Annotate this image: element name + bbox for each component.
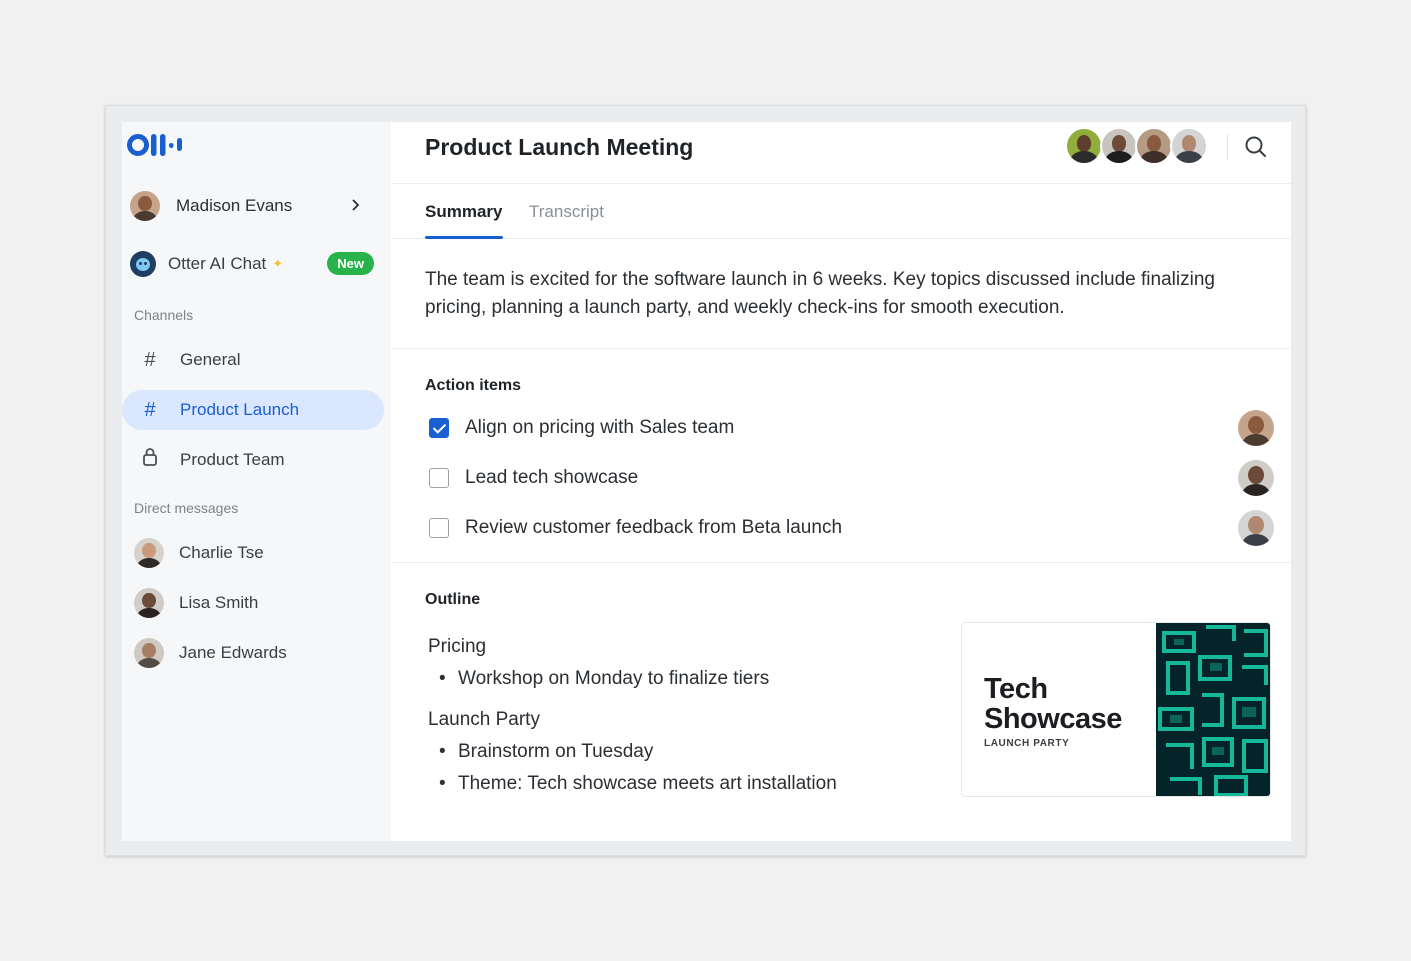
card-title-line1: Tech [984, 673, 1048, 705]
avatar [134, 638, 164, 668]
channel-label: Product Launch [180, 400, 300, 419]
page-title: Product Launch Meeting [425, 134, 694, 160]
sparkle-icon: ✦ [272, 256, 284, 271]
tab-summary[interactable]: Summary [425, 202, 502, 222]
outline-heading-launch-party: Launch Party [428, 709, 540, 730]
checkbox[interactable] [429, 418, 449, 438]
channel-label: Product Team [180, 450, 285, 469]
direct-messages-heading: Direct messages [134, 500, 239, 516]
outline-bullet: Theme: Tech showcase meets art installat… [439, 773, 837, 795]
meeting-panel: Product Launch Meeting Summary Transcrip… [391, 122, 1291, 841]
action-item: Lead tech showcase [429, 458, 1274, 498]
active-tab-indicator [425, 236, 503, 239]
card-title-line2: Showcase [984, 703, 1122, 735]
outline-bullet-text: Theme: Tech showcase meets art installat… [458, 773, 837, 794]
checkbox[interactable] [429, 468, 449, 488]
channels-heading: Channels [134, 307, 194, 323]
avatar [134, 538, 164, 568]
dm-charlie-tse[interactable]: Charlie Tse [122, 535, 384, 571]
tech-showcase-card[interactable]: Tech Showcase LAUNCH PARTY [961, 622, 1271, 797]
dm-label: Jane Edwards [179, 643, 287, 662]
outline-bullet-text: Brainstorm on Tuesday [458, 741, 654, 762]
otter-ai-chat-label: Otter AI Chat [168, 254, 267, 273]
action-item-label: Align on pricing with Sales team [465, 417, 735, 438]
checkbox[interactable] [429, 518, 449, 538]
participant-avatars[interactable] [1065, 127, 1208, 165]
meeting-summary: The team is excited for the software lau… [425, 269, 1215, 318]
outline-bullet: Brainstorm on Tuesday [439, 741, 653, 763]
tab-bar: Summary Transcript [391, 184, 1291, 239]
chevron-right-icon [350, 198, 362, 217]
channel-label: General [180, 350, 241, 369]
outline-heading: Outline [425, 591, 481, 608]
avatar [134, 588, 164, 618]
dm-jane-edwards[interactable]: Jane Edwards [122, 635, 384, 671]
header-divider [1227, 134, 1228, 160]
action-item-label: Review customer feedback from Beta launc… [465, 517, 843, 538]
action-item: Review customer feedback from Beta launc… [429, 508, 1274, 548]
outline-bullet: Workshop on Monday to finalize tiers [439, 668, 769, 690]
avatar [1135, 127, 1173, 165]
otter-ai-chat-item[interactable]: Otter AI Chat ✦ New [122, 248, 384, 280]
channel-product-launch[interactable]: # Product Launch [122, 390, 384, 430]
hash-icon: # [144, 348, 156, 371]
dm-lisa-smith[interactable]: Lisa Smith [122, 585, 384, 621]
channel-product-team[interactable]: Product Team [122, 440, 384, 480]
assignee-avatar[interactable] [1238, 410, 1274, 446]
channel-general[interactable]: # General [122, 340, 384, 380]
tab-transcript[interactable]: Transcript [529, 202, 604, 222]
dm-label: Lisa Smith [179, 593, 259, 612]
otter-logo[interactable] [126, 132, 190, 163]
avatar [1170, 127, 1208, 165]
avatar [1100, 127, 1138, 165]
meeting-header: Product Launch Meeting [391, 122, 1291, 184]
sidebar: Madison Evans Otter AI Chat ✦ New Channe… [122, 122, 391, 841]
card-subtitle: LAUNCH PARTY [984, 738, 1070, 749]
lock-icon [140, 447, 160, 473]
otter-ai-icon [130, 251, 156, 277]
outline-heading-pricing: Pricing [428, 636, 487, 657]
new-badge: New [327, 252, 374, 275]
divider [391, 348, 1291, 349]
assignee-avatar[interactable] [1238, 460, 1274, 496]
user-profile-button[interactable]: Madison Evans [122, 188, 382, 224]
card-art-image [1156, 623, 1270, 796]
action-items-heading: Action items [425, 377, 522, 394]
app-window: Madison Evans Otter AI Chat ✦ New Channe… [105, 105, 1306, 856]
action-item: Align on pricing with Sales team [429, 408, 1274, 448]
avatar [1065, 127, 1103, 165]
hash-icon: # [144, 398, 156, 421]
user-name: Madison Evans [176, 196, 293, 215]
assignee-avatar[interactable] [1238, 510, 1274, 546]
avatar [130, 191, 160, 221]
search-icon[interactable] [1243, 134, 1269, 160]
action-item-label: Lead tech showcase [465, 467, 639, 488]
outline-bullet-text: Workshop on Monday to finalize tiers [458, 668, 770, 689]
dm-label: Charlie Tse [179, 543, 264, 562]
divider [391, 562, 1291, 563]
